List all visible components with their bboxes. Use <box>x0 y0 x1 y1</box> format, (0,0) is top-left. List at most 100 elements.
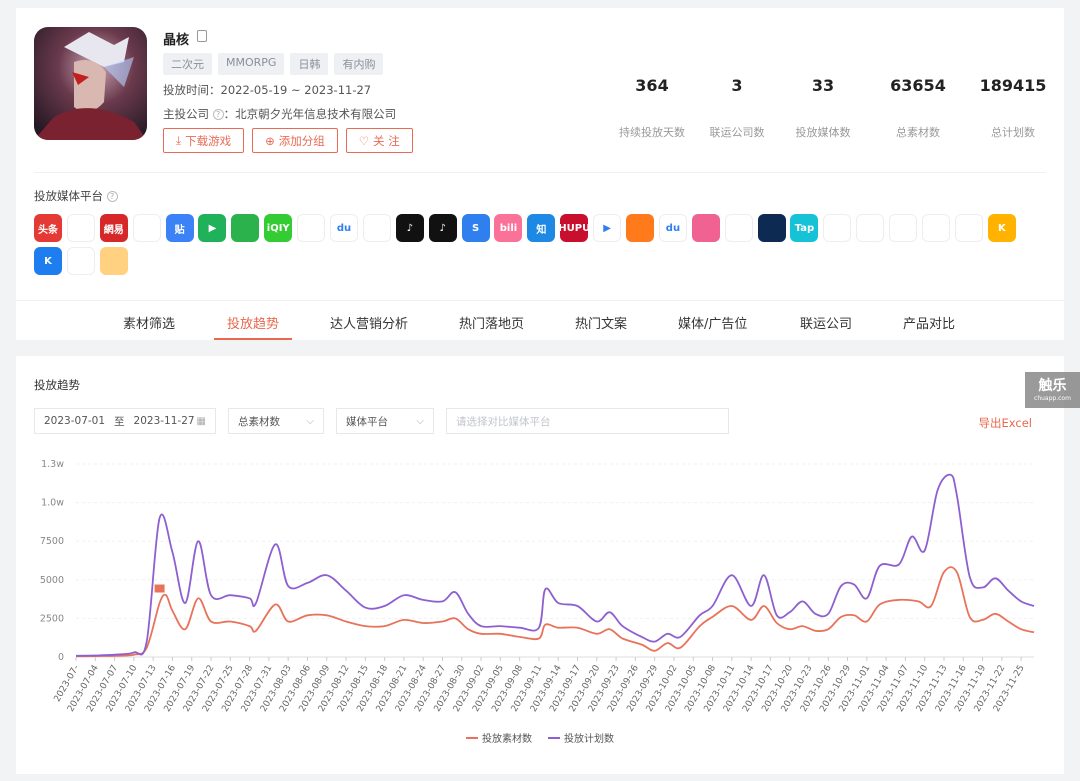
metric-select[interactable]: 总素材数 ⌵ <box>228 408 324 434</box>
chevron-down-icon: ⌵ <box>306 415 314 427</box>
tab-2[interactable]: 达人营销分析 <box>330 313 408 332</box>
compare-platform-input[interactable]: 请选择对比媒体平台 <box>446 408 729 434</box>
legend-label: 投放素材数 <box>482 732 532 745</box>
bilibili-icon[interactable]: bili <box>494 214 523 242</box>
y-tick-label: 7500 <box>40 536 64 547</box>
tag[interactable]: 二次元 <box>163 53 212 75</box>
platforms-title: 投放媒体平台 ? <box>34 188 118 204</box>
tag[interactable]: 有内购 <box>334 53 384 75</box>
red-play-icon[interactable] <box>362 214 391 242</box>
tab-0[interactable]: 素材筛选 <box>123 313 175 332</box>
y-tick-label: 5000 <box>40 575 64 586</box>
add-group-button[interactable]: ⊕ 添加分组 <box>252 128 338 153</box>
tab-3[interactable]: 热门落地页 <box>459 313 524 332</box>
stat-materials: 63654 总素材数 <box>868 76 968 140</box>
tag[interactable]: 日韩 <box>290 53 329 75</box>
k-blue-icon[interactable]: K <box>34 247 62 275</box>
heart-icon: ♡ <box>358 133 370 148</box>
game-cover-image <box>34 27 147 140</box>
cartoon-face-icon[interactable] <box>99 247 128 275</box>
platform-icon-list: 头条 網易贴 ▶ iQIY du ♪ ♪ Sbili 知 HUPU ▶ du Tap K K <box>34 214 1044 275</box>
blue-chat-icon[interactable] <box>66 247 95 275</box>
tab-4[interactable]: 热门文案 <box>575 313 627 332</box>
kuaishou-icon[interactable] <box>626 214 655 242</box>
red-game-icon[interactable] <box>889 214 918 242</box>
weibo-icon[interactable] <box>297 214 326 242</box>
tab-bar: 素材筛选 投放趋势 达人营销分析 热门落地页 热门文案 媒体/广告位 联运公司 产品对比 <box>16 300 1064 340</box>
arc-icon[interactable] <box>856 214 885 242</box>
game-profile-card: 晶核 二次元 MMORPG 日韩 有内购 投放时间：2022-05-19 ~ 2… <box>16 8 1064 340</box>
play-arrow-icon[interactable]: ▶ <box>198 214 227 242</box>
tab-1[interactable]: 投放趋势 <box>227 313 279 332</box>
stat-label: 联运公司数 <box>709 126 765 139</box>
game-title: 晶核 <box>163 33 190 48</box>
watermark-title: 触乐 <box>1038 378 1067 394</box>
y-tick-label: 2500 <box>40 613 64 624</box>
summary-stats: 364 持续投放天数 3 联运公司数 33 投放媒体数 63654 总素材数 1… <box>596 76 1056 156</box>
y-tick-label: 1.3w <box>41 459 64 470</box>
trend-title: 投放趋势 <box>34 378 80 392</box>
series-line-0 <box>75 566 1035 658</box>
platforms-title-text: 投放媒体平台 <box>34 189 103 203</box>
browser-s-icon[interactable]: S <box>461 214 490 242</box>
tieba-icon[interactable]: 贴 <box>165 214 194 242</box>
export-excel-button[interactable]: 导出Excel <box>979 415 1032 431</box>
follow-button[interactable]: ♡ 关 注 <box>345 128 413 153</box>
stat-value: 63654 <box>890 76 946 95</box>
globe-icon[interactable] <box>922 214 951 242</box>
netease-news-icon[interactable]: 網易 <box>99 214 128 242</box>
tencent-video-icon[interactable] <box>66 214 95 242</box>
baidu-paw-icon[interactable]: du <box>330 214 359 242</box>
wechat-icon[interactable] <box>231 214 260 242</box>
qq-penguin-icon[interactable] <box>823 214 852 242</box>
game-tags: 二次元 MMORPG 日韩 有内购 <box>163 53 384 75</box>
company-label: 主投公司 <box>163 107 209 121</box>
douyin-lite-icon[interactable]: ♪ <box>428 214 457 242</box>
colorful-play-icon[interactable]: ▶ <box>593 214 622 242</box>
tab-6[interactable]: 联运公司 <box>800 313 852 332</box>
watermark-url: chuapp.com <box>1034 395 1071 402</box>
taptap-icon[interactable]: Tap <box>790 214 819 242</box>
help-icon[interactable]: ? <box>212 109 224 120</box>
zhihu-icon[interactable]: 知 <box>527 214 556 242</box>
tab-7[interactable]: 产品对比 <box>903 313 955 332</box>
y-tick-label: 0 <box>58 652 64 663</box>
platform-select[interactable]: 媒体平台 ⌵ <box>336 408 434 434</box>
iqiyi-icon[interactable]: iQIY <box>264 214 293 242</box>
release-period: 投放时间：2022-05-19 ~ 2023-11-27 <box>163 82 371 98</box>
download-icon: ⤓ <box>176 133 182 147</box>
deer-icon[interactable] <box>132 214 161 242</box>
pink-face-icon[interactable] <box>691 214 720 242</box>
stat-media: 33 投放媒体数 <box>773 76 873 140</box>
toutiao-icon[interactable]: 头条 <box>34 214 62 242</box>
download-game-label: 下载游戏 <box>185 133 232 148</box>
help-icon[interactable]: ? <box>106 191 118 202</box>
stat-label: 总计划数 <box>991 126 1035 139</box>
chevron-down-icon: ⌵ <box>416 415 424 427</box>
date-start[interactable]: 2023-07-01 <box>44 415 105 427</box>
series-line-1 <box>75 473 1035 657</box>
follow-label: 关 注 <box>373 133 400 148</box>
company-separator: ： <box>223 107 236 121</box>
date-range-picker[interactable]: 2023-07-01 至 2023-11-27 ▦ <box>34 408 216 434</box>
download-game-button[interactable]: ⤓ 下载游戏 <box>163 128 245 153</box>
date-end[interactable]: 2023-11-27 <box>134 415 195 427</box>
round-logo-icon[interactable] <box>724 214 753 242</box>
music-note-icon[interactable] <box>954 214 983 242</box>
period-label: 投放时间： <box>163 83 221 97</box>
date-separator: 至 <box>114 415 125 428</box>
copy-icon[interactable] <box>197 30 207 42</box>
hupu-icon[interactable]: HUPU <box>560 214 589 242</box>
tag[interactable]: MMORPG <box>218 53 285 75</box>
stat-label: 投放媒体数 <box>795 126 851 139</box>
baidu-icon[interactable]: du <box>658 214 687 242</box>
whale-icon[interactable] <box>757 214 786 242</box>
k-yellow-icon[interactable]: K <box>987 214 1016 242</box>
period-value: 2022-05-19 ~ 2023-11-27 <box>220 83 372 97</box>
tab-5[interactable]: 媒体/广告位 <box>678 313 747 332</box>
douyin-icon[interactable]: ♪ <box>395 214 424 242</box>
stat-value: 189415 <box>979 76 1047 95</box>
compare-platform-placeholder: 请选择对比媒体平台 <box>456 415 551 428</box>
calendar-icon: ▦ <box>196 415 206 427</box>
add-group-label: 添加分组 <box>278 133 325 148</box>
